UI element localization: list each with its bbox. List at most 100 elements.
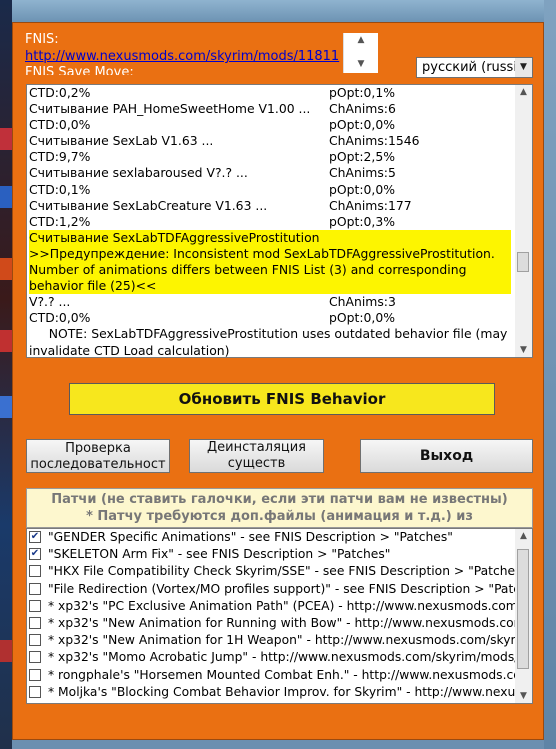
log-warning: >>Предупреждение: Inconsistent mod SexLa…: [29, 245, 511, 295]
checkbox-icon[interactable]: [29, 634, 41, 647]
checkbox-icon[interactable]: [29, 599, 41, 612]
log-line-text: CTD:0,0%: [29, 310, 91, 326]
log-line: Считывание PAH_HomeSweetHome V1.00 ... Ch…: [29, 101, 511, 117]
log-highlight-title: Считывание SexLabTDFAggressiveProstituti…: [29, 229, 511, 246]
log-line-stat: ChAnims:177: [329, 197, 412, 213]
desktop-icon[interactable]: [0, 396, 12, 418]
log-line: Считывание sexlabaroused V?.? ... ChAnims…: [29, 165, 511, 181]
log-line-stat: pOpt:2,5%: [329, 149, 395, 165]
log-line: CTD:1,2% pOpt:0,3%: [29, 214, 511, 230]
patch-label: "HKX File Compatibility Check Skyrim/SSE…: [48, 564, 515, 579]
patch-item[interactable]: * rongphale's "Horsemen Mounted Combat E…: [27, 667, 515, 684]
scroll-up-icon[interactable]: ▲: [515, 85, 532, 99]
desktop-icon[interactable]: [0, 640, 12, 662]
log-line: CTD:0,0% pOpt:0,0%: [29, 117, 511, 133]
log-line-text: V?.? ...: [29, 294, 71, 310]
log-line: CTD:0,1% pOpt:0,0%: [29, 182, 511, 198]
header-partial-line: FNIS Save Move:: [25, 65, 134, 75]
log-line-text: Считывание SexLab V1.63 ...: [29, 133, 214, 149]
patch-item[interactable]: ✔ "SKELETON Arm Fix" - see FNIS Descripti…: [27, 546, 515, 563]
log-content: CTD:0,2% pOpt:0,1% Считывание PAH_HomeSwee…: [29, 85, 512, 358]
scroll-up-icon[interactable]: ▲: [515, 529, 532, 543]
scroll-down-icon[interactable]: ▼: [344, 57, 378, 71]
patch-item[interactable]: * xp32's "New Animation for Running with…: [27, 615, 515, 632]
exit-button[interactable]: Выход: [360, 439, 533, 473]
checkbox-checked-icon[interactable]: ✔: [29, 531, 41, 543]
checkbox-icon[interactable]: [29, 565, 41, 578]
log-line-text: Считывание PAH_HomeSweetHome V1.00 ...: [29, 101, 311, 117]
patch-item[interactable]: ✔ "GENDER Specific Animations" - see FNIS…: [27, 529, 515, 546]
patch-label: "GENDER Specific Animations" - see FNIS …: [48, 530, 453, 544]
patch-item[interactable]: * Moljka's "Blocking Combat Behavior Imp…: [27, 684, 515, 701]
log-line-stat: pOpt:0,1%: [329, 85, 395, 100]
patches-header: Патчи (не ставить галочки, если эти патч…: [26, 488, 533, 528]
consistency-check-button[interactable]: Проверка последовательност: [26, 439, 170, 473]
nexus-link[interactable]: http://www.nexusmods.com/skyrim/mods/118…: [25, 48, 389, 65]
window-titlebar-glass: [0, 0, 556, 22]
update-behavior-button[interactable]: Обновить FNIS Behavior: [69, 383, 495, 415]
log-line: CTD:9,7% pOpt:2,5%: [29, 149, 511, 165]
patches-title: Патчи (не ставить галочки, если эти патч…: [51, 492, 508, 507]
log-line-stat: pOpt:0,0%: [329, 117, 395, 133]
log-line-text: CTD:0,0%: [29, 117, 91, 133]
patch-label: "File Redirection (Vortex/MO profiles su…: [48, 581, 515, 596]
log-note: NOTE: SexLabTDFAggressiveProstitution us…: [29, 326, 512, 358]
patches-list-content: ✔ "GENDER Specific Animations" - see FNIS…: [27, 529, 532, 701]
log-line: CTD:0,2% pOpt:0,1%: [29, 85, 511, 101]
log-line-stat: ChAnims:1546: [329, 133, 420, 149]
log-line: CTD:0,0% pOpt:0,0%: [29, 310, 511, 326]
scroll-down-icon[interactable]: ▼: [515, 343, 532, 357]
scroll-up-icon[interactable]: ▲: [344, 33, 378, 47]
log-scrollbar[interactable]: ▲ ▼: [515, 85, 532, 357]
patch-item[interactable]: "File Redirection (Vortex/MO profiles su…: [27, 581, 515, 598]
log-line-text: CTD:0,2%: [29, 85, 91, 100]
patch-label: * xp32's "New Animation for Running with…: [48, 615, 515, 630]
log-line-text: CTD:1,2%: [29, 213, 91, 229]
checkbox-icon[interactable]: [29, 668, 41, 681]
patch-item[interactable]: * xp32's "PC Exclusive Animation Path" (…: [27, 598, 515, 615]
log-line: Считывание SexLab V1.63 ... ChAnims:1546: [29, 133, 511, 149]
header-scrollbar[interactable]: ▲ ▼: [343, 33, 378, 73]
log-line-stat: ChAnims:3: [329, 294, 396, 310]
checkbox-icon[interactable]: [29, 582, 41, 595]
language-select[interactable]: русский (russi ▼: [416, 57, 533, 78]
checkbox-icon[interactable]: [29, 651, 41, 664]
log-line-stat: ChAnims:6: [329, 101, 396, 117]
patch-label: * xp32's "New Animation for 1H Weapon" -…: [48, 633, 515, 648]
patch-item[interactable]: * xp32's "Momo Acrobatic Jump" - http://…: [27, 649, 515, 666]
log-line-stat: ChAnims:5: [329, 165, 396, 181]
desktop-icon[interactable]: [0, 128, 12, 150]
checkbox-icon[interactable]: [29, 616, 41, 629]
log-output[interactable]: CTD:0,2% pOpt:0,1% Считывание PAH_HomeSwee…: [26, 84, 533, 358]
desktop-icon[interactable]: [0, 258, 12, 280]
chevron-down-icon[interactable]: ▼: [515, 58, 532, 77]
fnis-window: FNIS: http://www.nexusmods.com/skyrim/mo…: [12, 22, 544, 740]
log-line-stat: pOpt:0,0%: [329, 181, 395, 197]
patch-label: * xp32's "Momo Acrobatic Jump" - http://…: [48, 650, 515, 665]
log-line-text: CTD:9,7%: [29, 149, 91, 165]
patch-label: * Moljka's "Blocking Combat Behavior Imp…: [48, 684, 515, 699]
scrollbar-thumb[interactable]: [517, 252, 529, 272]
log-line-text: Считывание SexLabCreature V1.63 ...: [29, 197, 268, 213]
log-line-text: Считывание sexlabaroused V?.? ...: [29, 165, 248, 181]
header-info: FNIS: http://www.nexusmods.com/skyrim/mo…: [25, 31, 389, 75]
patches-list[interactable]: ✔ "GENDER Specific Animations" - see FNIS…: [26, 528, 533, 704]
patch-item[interactable]: "HKX File Compatibility Check Skyrim/SSE…: [27, 563, 515, 580]
window-frame-right: [544, 0, 556, 749]
scroll-down-icon[interactable]: ▼: [515, 689, 532, 703]
patch-item[interactable]: * xp32's "New Animation for 1H Weapon" -…: [27, 632, 515, 649]
log-line-stat: pOpt:0,3%: [329, 213, 395, 229]
log-line-text: CTD:0,1%: [29, 181, 91, 197]
desktop-icon[interactable]: [0, 186, 12, 208]
patch-label: "SKELETON Arm Fix" - see FNIS Descriptio…: [48, 547, 391, 562]
patch-label: * rongphale's "Horsemen Mounted Combat E…: [48, 667, 515, 682]
desktop-icon[interactable]: [0, 330, 12, 352]
scrollbar-thumb[interactable]: [517, 549, 529, 669]
uninstall-creatures-button[interactable]: Деинсталяция существ: [189, 439, 324, 473]
checkbox-checked-icon[interactable]: ✔: [29, 548, 41, 561]
header-title: FNIS:: [25, 32, 59, 47]
checkbox-icon[interactable]: [29, 685, 41, 698]
patch-label: * xp32's "PC Exclusive Animation Path" (…: [48, 598, 515, 613]
language-value: русский (russi: [422, 60, 517, 75]
patches-scrollbar[interactable]: ▲ ▼: [515, 529, 532, 703]
